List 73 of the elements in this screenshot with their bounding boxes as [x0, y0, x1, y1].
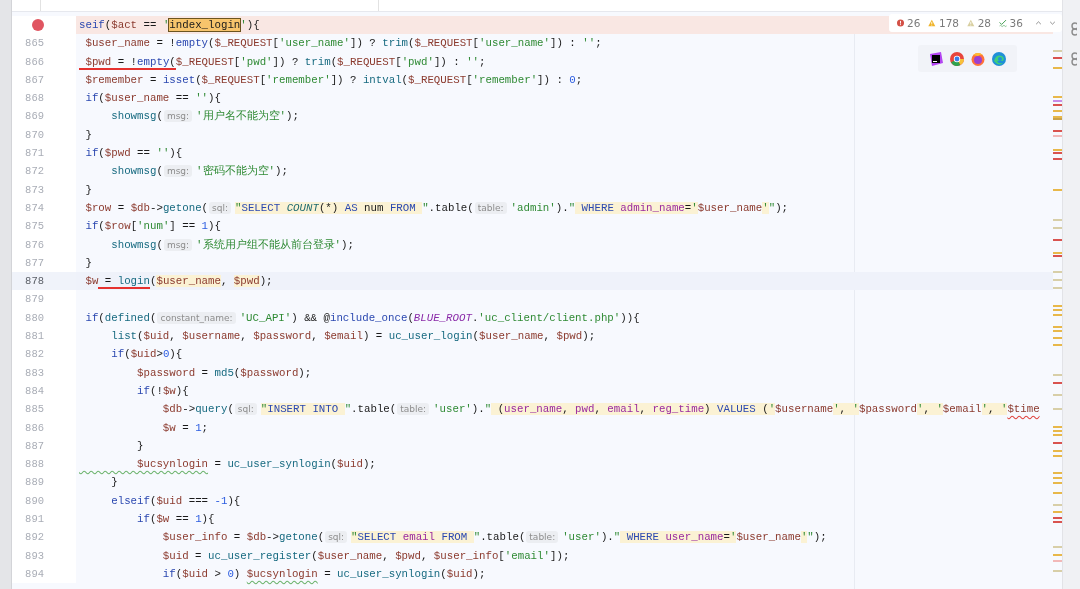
line-number: 889 — [25, 475, 44, 491]
line-number: 882 — [25, 347, 44, 363]
code-line: if($uid > 0) $ucsynlogin = uc_user_synlogin($uid); — [161, 566, 486, 582]
problem-count: 36 — [1009, 17, 1023, 29]
line-number: 868 — [25, 91, 44, 107]
code-line: $ucsynlogin = uc_user_synlogin($uid); — [136, 457, 376, 473]
browser-icon[interactable] — [950, 51, 964, 66]
line-number: 871 — [25, 146, 44, 162]
line-number: 873 — [25, 182, 44, 198]
error-icon[interactable] — [897, 17, 904, 29]
app-icon[interactable] — [929, 51, 943, 66]
line-number: 881 — [25, 329, 44, 345]
line-number: 870 — [25, 127, 44, 143]
line-number: 872 — [25, 164, 44, 180]
code-line: if(defined( constant_name: 'UC_API') && @include_once(BLUE_ROOT.'uc_client/client.php')){ — [84, 310, 640, 326]
line-number: 894 — [25, 566, 44, 582]
warning-icon[interactable] — [928, 17, 936, 29]
line-number: 892 — [25, 530, 44, 546]
problem-count: 178 — [939, 17, 960, 29]
code-line: showmsg( msg: '用户名不能为空'); — [110, 109, 299, 125]
code-line: if($pwd == ''){ — [84, 146, 183, 162]
line-number: 888 — [25, 457, 44, 473]
line-number: 893 — [25, 548, 44, 564]
typo-check-icon[interactable] — [999, 17, 1007, 29]
code-line: $user_name = !empty($_REQUEST['user_name']) ? trim($_REQUEST['user_name']) : ''; — [84, 36, 602, 52]
breakpoint-icon[interactable] — [31, 18, 45, 32]
code-line: $db->query( sql: "INSERT INTO ".table( table: 'user')." (user_name, pwd, email, reg_time) VALUES ('$username', '$password', '$email', '$time — [161, 402, 1040, 418]
line-number: 876 — [25, 237, 44, 253]
line-number: 865 — [25, 36, 44, 52]
code-line: } — [110, 475, 118, 491]
code-line: $uid = uc_user_register($user_name, $pwd, $user_info['email']); — [161, 548, 570, 564]
line-number: 877 — [25, 255, 44, 271]
problem-count: 28 — [977, 17, 991, 29]
weak-warning-icon[interactable] — [967, 17, 975, 29]
code-line: } — [136, 438, 144, 454]
line-number: 883 — [25, 365, 44, 381]
code-line: $remember = isset($_REQUEST['remember']) ? intval($_REQUEST['remember']) : 0; — [84, 72, 583, 88]
line-number: 885 — [25, 402, 44, 418]
code-line: $user_info = $db->getone( sql: "SELECT email FROM ".table( table: 'user')." WHERE user_name='$user_name'"); — [161, 530, 827, 546]
line-number: 867 — [25, 72, 44, 88]
line-number: 874 — [25, 200, 44, 216]
code-line: elseif($uid === -1){ — [110, 493, 241, 509]
code-line: $w = 1; — [161, 420, 209, 436]
code-line: $w = login($user_name, $pwd); — [84, 274, 273, 291]
code-line: if($user_name == ''){ — [84, 91, 221, 107]
problem-count: 26 — [907, 17, 921, 29]
line-number: 891 — [25, 512, 44, 527]
browser-icon[interactable] — [992, 51, 1006, 66]
code-line: showmsg( msg: '系统用户组不能从前台登录'); — [110, 237, 354, 253]
line-number: 879 — [25, 292, 44, 308]
browser-icon[interactable] — [971, 51, 985, 66]
line-number: 866 — [25, 54, 44, 70]
code-line: seif($act == 'index_login'){ — [79, 18, 260, 33]
line-number: 887 — [25, 438, 44, 454]
code-line: } — [84, 182, 92, 198]
line-number: 869 — [25, 109, 44, 125]
code-line: if(!$w){ — [136, 383, 189, 399]
code-line: } — [84, 255, 92, 271]
code-line: $password = md5($password); — [136, 365, 312, 381]
line-number: 890 — [25, 493, 44, 509]
line-number: 875 — [25, 219, 44, 235]
code-line: if($row['num'] == 1){ — [84, 219, 221, 235]
code-line: if($w == 1){ — [136, 512, 215, 527]
line-number: 886 — [25, 420, 44, 436]
code-line: $pwd = !empty($_REQUEST['pwd']) ? trim($_REQUEST['pwd']) : ''; — [79, 52, 486, 71]
code-line: showmsg( msg: '密码不能为空'); — [110, 164, 288, 180]
line-number: 880 — [25, 310, 44, 326]
code-line: list($uid, $username, $password, $email) = uc_user_login($user_name, $pwd); — [110, 329, 596, 345]
code-line: $row = $db->getone( sql: "SELECT COUNT(*) AS num FROM ".table( table: 'admin')." WHERE admin_name='$user_name'"); — [84, 200, 789, 216]
code-line: } — [84, 127, 92, 143]
line-number: 884 — [25, 383, 44, 399]
code-line: if($uid>0){ — [110, 347, 183, 363]
line-number: 878 — [25, 274, 44, 290]
